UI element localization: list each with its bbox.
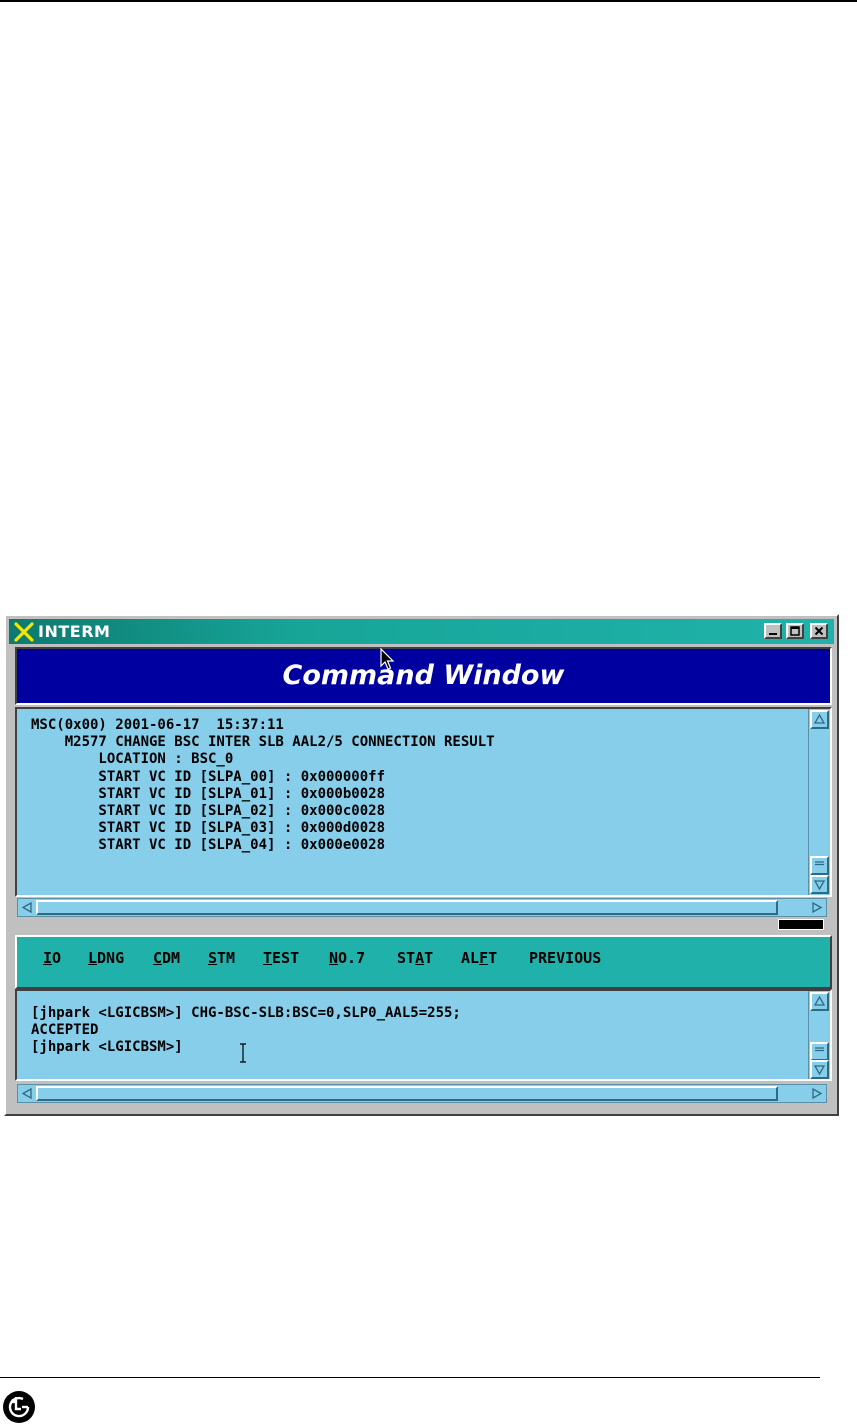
input-scroll-bottom-button[interactable] <box>810 1042 829 1061</box>
menu-item-io[interactable]: IO <box>43 949 61 967</box>
input-scroll-up-button[interactable] <box>810 992 829 1011</box>
output-pane[interactable]: MSC(0x00) 2001-06-17 15:37:11 M2577 CHAN… <box>15 707 832 897</box>
input-horizontal-scrollbar[interactable] <box>17 1084 827 1103</box>
output-text: MSC(0x00) 2001-06-17 15:37:11 M2577 CHAN… <box>31 717 495 855</box>
input-line: ACCEPTED <box>31 1022 99 1039</box>
page-top-rule <box>0 0 857 2</box>
output-horizontal-scrollbar[interactable] <box>17 898 827 917</box>
arrow-right-icon <box>812 901 823 914</box>
menu-item-ldng[interactable]: LDNG <box>88 949 124 967</box>
input-scroll-down-button[interactable] <box>810 1060 829 1079</box>
input-line: [jhpark <LGICBSM>] <box>31 1039 183 1056</box>
output-line: MSC(0x00) 2001-06-17 15:37:11 <box>31 717 284 733</box>
menu-mnemonic: A <box>415 949 425 967</box>
x-logo-icon <box>14 622 34 642</box>
menu-item-stm[interactable]: STM <box>208 949 235 967</box>
arrow-up-icon <box>813 995 826 1006</box>
mouse-pointer-icon <box>380 648 395 670</box>
output-line: START VC ID [SLPA_04] : 0x000e0028 <box>31 837 386 854</box>
maximize-button[interactable] <box>786 623 804 639</box>
menu-item-cdm[interactable]: CDM <box>153 949 180 967</box>
command-menu-bar: IO LDNG CDM STM TEST NO.7 STAT ALFT PREVIOUS <box>15 935 832 989</box>
output-line: LOCATION : BSC_0 <box>31 751 234 768</box>
menu-item-test[interactable]: TEST <box>263 949 299 967</box>
close-button[interactable] <box>810 623 828 639</box>
menu-item-stat[interactable]: STAT <box>397 949 433 967</box>
menu-mnemonic: T <box>263 949 273 967</box>
interm-window: INTERM Command Window MSC(0x00) 2001-06-… <box>4 614 839 1116</box>
output-scroll-bottom-button[interactable] <box>810 856 829 875</box>
menu-item-alft[interactable]: ALFT <box>461 949 497 967</box>
title-bar[interactable]: INTERM <box>9 619 834 644</box>
input-scroll-thumb[interactable] <box>36 1086 778 1101</box>
page-bottom-rule <box>0 1377 820 1378</box>
output-scroll-up-button[interactable] <box>810 710 829 729</box>
command-window-header: Command Window <box>15 647 832 705</box>
input-line: [jhpark <LGICBSM>] CHG-BSC-SLB:BSC=0,SLP… <box>31 1005 461 1021</box>
output-line: START VC ID [SLPA_01] : 0x000b0028 <box>31 785 386 802</box>
close-icon <box>814 626 824 636</box>
output-line: START VC ID [SLPA_02] : 0x000c0028 <box>31 803 386 820</box>
arrow-down-icon <box>813 1065 826 1076</box>
output-scroll-thumb[interactable] <box>36 900 778 915</box>
input-pane[interactable]: [jhpark <LGICBSM>] CHG-BSC-SLB:BSC=0,SLP… <box>15 989 832 1081</box>
maximize-icon <box>790 626 800 636</box>
menu-mnemonic: N <box>329 949 339 967</box>
pane-splitter-handle[interactable] <box>778 919 824 930</box>
menu-mnemonic: I <box>43 949 53 967</box>
output-scroll-down-button[interactable] <box>810 875 829 894</box>
text-cursor-icon <box>240 1043 246 1063</box>
input-vertical-scrollbar[interactable] <box>808 991 830 1079</box>
lg-logo-icon <box>3 1391 35 1423</box>
menu-mnemonic: L <box>88 949 98 967</box>
minimize-icon <box>769 633 777 635</box>
output-line: START VC ID [SLPA_03] : 0x000d0028 <box>31 820 386 837</box>
arrow-right-icon <box>812 1087 823 1100</box>
menu-mnemonic: F <box>479 949 489 967</box>
minimize-button[interactable] <box>764 623 782 639</box>
menu-item-previous[interactable]: PREVIOUS <box>529 949 601 967</box>
arrow-down-icon <box>813 880 826 891</box>
menu-item-no7[interactable]: NO.7 <box>329 949 365 967</box>
output-line: START VC ID [SLPA_00] : 0x000000ff <box>31 768 386 785</box>
menu-mnemonic: S <box>208 949 218 967</box>
window-title: INTERM <box>38 622 111 641</box>
scroll-to-bottom-icon <box>815 861 824 866</box>
output-vertical-scrollbar[interactable] <box>808 709 830 895</box>
output-line: M2577 CHANGE BSC INTER SLB AAL2/5 CONNEC… <box>31 734 495 751</box>
arrow-left-icon <box>21 1087 32 1100</box>
arrow-up-icon <box>813 713 826 724</box>
arrow-left-icon <box>21 901 32 914</box>
menu-mnemonic: C <box>153 949 163 967</box>
scroll-to-bottom-icon <box>815 1047 824 1052</box>
